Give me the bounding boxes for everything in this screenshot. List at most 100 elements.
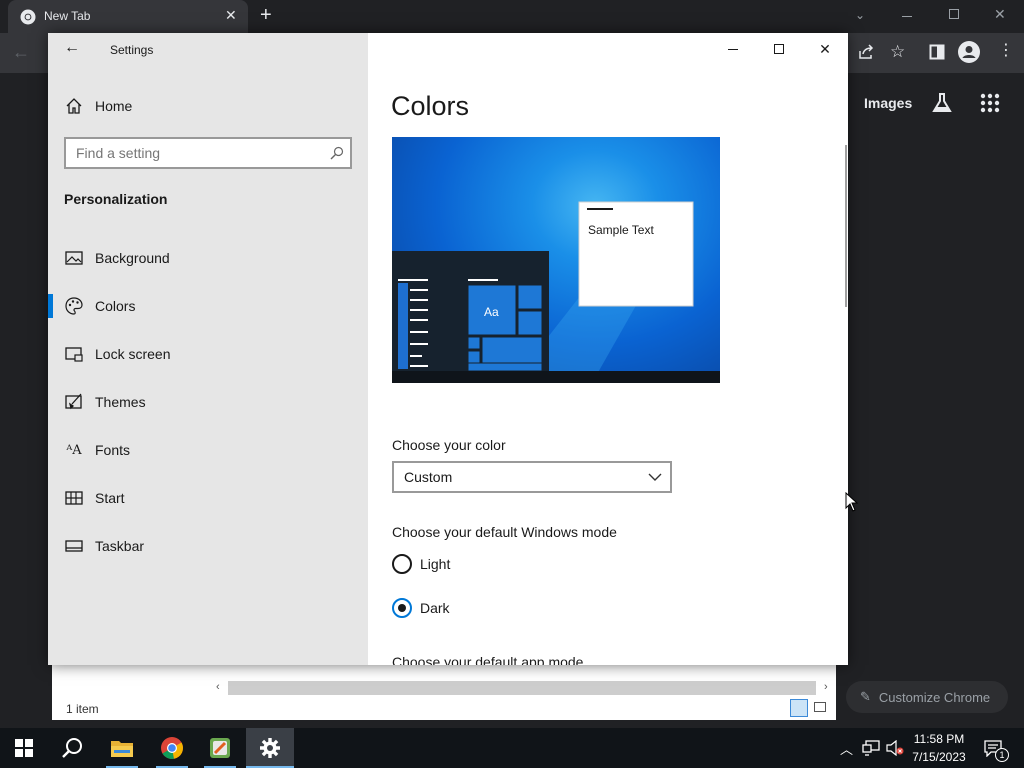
search-input[interactable]: Find a setting [64, 137, 352, 169]
nav-fonts[interactable]: ᴬA Fonts [48, 426, 368, 474]
settings-icon [260, 738, 280, 758]
windows-logo-icon [15, 739, 33, 757]
nav-themes[interactable]: Themes [48, 378, 368, 426]
explorer-status: 1 item [66, 702, 99, 716]
picture-icon [65, 251, 83, 265]
nav-background[interactable]: Background [48, 234, 368, 282]
start-button[interactable] [0, 728, 48, 768]
minimize-button[interactable] [710, 33, 756, 65]
browser-restore-icon[interactable] [949, 9, 959, 19]
share-icon[interactable] [857, 44, 875, 60]
nav-label: Background [95, 250, 170, 266]
radio-circle-checked[interactable] [392, 598, 412, 618]
lock-screen-icon [65, 347, 83, 362]
nav-label: Themes [95, 394, 146, 410]
nav-taskbar[interactable]: Taskbar [48, 522, 368, 570]
chrome-taskbar-button[interactable] [148, 728, 196, 768]
clock-time[interactable]: 11:58 PM [908, 732, 970, 746]
back-icon[interactable]: ← [12, 42, 30, 63]
app-mode-label: Choose your default app mode [392, 654, 584, 665]
notification-count: 1 [995, 748, 1009, 762]
maximize-button[interactable] [756, 33, 802, 65]
home-icon [66, 98, 82, 114]
start-icon [65, 491, 83, 505]
new-tab-button[interactable]: + [260, 5, 272, 25]
settings-window: ← Settings Home Find a setting Personali… [48, 33, 848, 665]
settings-sidebar: ← Settings Home Find a setting Personali… [48, 33, 368, 665]
images-link[interactable]: Images [864, 95, 912, 111]
page-title: Colors [391, 91, 470, 121]
details-view-icon[interactable] [790, 699, 808, 717]
preview-graphic [392, 201, 720, 383]
nav-lock-screen[interactable]: Lock screen [48, 330, 368, 378]
chevron-up-icon[interactable]: ︿ [840, 739, 853, 758]
nav-label: Lock screen [95, 346, 171, 362]
minimize-icon [728, 48, 738, 50]
chrome-logo-icon [20, 9, 36, 25]
app-icon [210, 738, 230, 758]
app-taskbar-button[interactable] [196, 728, 244, 768]
paintbrush-icon [65, 393, 82, 410]
search-placeholder: Find a setting [76, 145, 161, 161]
side-panel-icon[interactable] [929, 44, 945, 60]
tab-close-icon[interactable]: ✕ [225, 7, 237, 24]
sample-text: Sample Text [588, 223, 654, 237]
settings-content: ✕ Colors Sample Text Aa Choose your colo… [368, 33, 848, 665]
taskbar-search-button[interactable] [48, 728, 96, 768]
star-icon[interactable]: ☆ [890, 43, 905, 60]
back-button[interactable]: ← [64, 39, 80, 57]
customize-chrome-button[interactable]: ✎ Customize Chrome [846, 681, 1008, 713]
mouse-cursor-icon [845, 492, 859, 512]
nav-home-label: Home [95, 98, 133, 114]
pencil-icon: ✎ [860, 689, 871, 704]
chrome-icon [161, 737, 183, 759]
tab-title: New Tab [44, 9, 91, 23]
nav-home[interactable]: Home [48, 82, 368, 130]
nav-label: Colors [95, 298, 136, 314]
chevron-down-icon [648, 473, 662, 481]
profile-icon[interactable] [958, 41, 980, 63]
radio-dot [398, 604, 406, 612]
clock-date[interactable]: 7/15/2023 [908, 750, 970, 764]
window-title: Settings [110, 43, 154, 57]
taskbar-icon [65, 540, 83, 552]
file-explorer-button[interactable] [98, 728, 146, 768]
scroll-left-arrow[interactable]: ‹ [216, 681, 220, 693]
color-dropdown[interactable]: Custom [392, 461, 672, 493]
browser-minimize-icon[interactable] [902, 16, 912, 17]
apps-icon[interactable] [980, 93, 1000, 113]
volume-muted-icon[interactable] [886, 740, 904, 756]
more-icon[interactable]: ⋮ [998, 43, 1014, 59]
browser-close-icon[interactable]: ✕ [994, 6, 1006, 23]
file-explorer-icon [111, 741, 133, 757]
settings-taskbar-button[interactable] [246, 728, 294, 768]
nav-start[interactable]: Start [48, 474, 368, 522]
light-mode-label: Light [420, 556, 451, 572]
choose-color-label: Choose your color [392, 437, 506, 453]
font-icon: ᴬA [66, 442, 82, 458]
maximize-icon [774, 44, 784, 54]
windows-mode-label: Choose your default Windows mode [392, 524, 617, 540]
labs-icon[interactable] [931, 92, 953, 114]
search-icon [330, 146, 344, 160]
vertical-scrollbar[interactable] [845, 145, 847, 307]
light-mode-radio[interactable]: Light [392, 554, 512, 576]
horizontal-scrollbar[interactable] [228, 681, 816, 695]
color-preview: Sample Text Aa [392, 137, 720, 383]
taskbar: ︿ 11:58 PM 7/15/2023 1 [0, 728, 1024, 768]
close-button[interactable]: ✕ [802, 33, 848, 65]
nav-colors[interactable]: Colors [48, 282, 368, 330]
scroll-right-arrow[interactable]: › [824, 681, 828, 693]
large-icons-view-icon[interactable] [814, 702, 826, 712]
nav-label: Fonts [95, 442, 131, 458]
nav-label: Taskbar [95, 538, 145, 554]
color-dropdown-value: Custom [404, 469, 453, 485]
dark-mode-radio[interactable]: Dark [392, 598, 512, 620]
close-icon: ✕ [819, 40, 831, 57]
radio-circle[interactable] [392, 554, 412, 574]
chrome-tab[interactable]: New Tab ✕ [8, 0, 248, 33]
search-icon [62, 738, 82, 758]
network-icon[interactable] [862, 740, 880, 756]
tab-search-icon[interactable]: ⌄ [855, 8, 865, 22]
dark-mode-label: Dark [420, 600, 450, 616]
